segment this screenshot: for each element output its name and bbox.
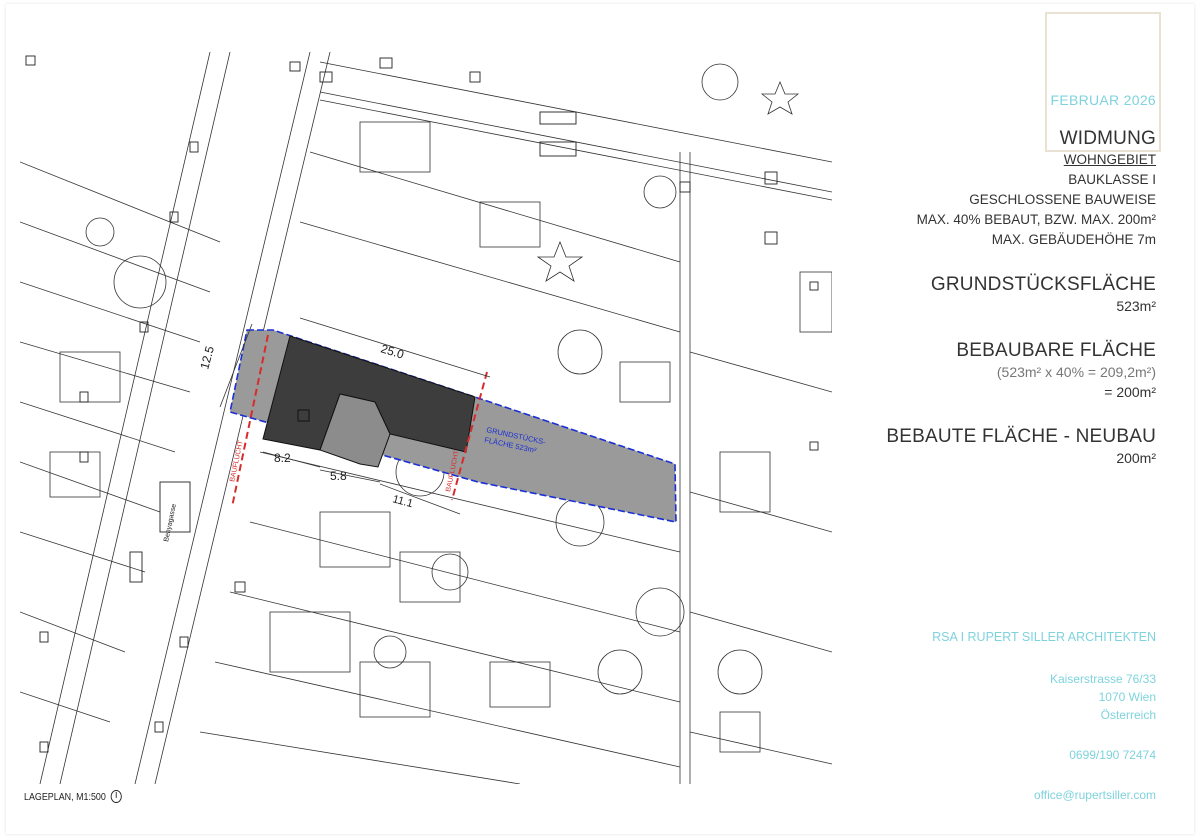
bebaubar-heading: BEBAUBARE FLÄCHE <box>956 340 1156 361</box>
bebaubar-calc: (523m² x 40% = 209,2m²) <box>996 364 1156 380</box>
studio-country: Österreich <box>1100 708 1156 722</box>
dimension-side: 12.5 <box>197 344 217 370</box>
plan-caption-text: LAGEPLAN, M1:500 <box>24 790 106 803</box>
site-plan: 25.0 12.5 8.2 5.8 11.1 BAUFLUCHT BAUFLUC… <box>20 52 832 784</box>
street-name: Benyagasse <box>163 503 178 542</box>
widmung-line-2: BAUKLASSE I <box>1068 172 1156 187</box>
studio-phone[interactable]: 0699/190 72474 <box>796 746 1156 764</box>
widmung-line-3: GESCHLOSSENE BAUWEISE <box>969 192 1156 207</box>
date: FEBRUAR 2026 <box>1050 92 1156 108</box>
dimension-top: 25.0 <box>379 341 406 361</box>
north-arrow-icon <box>110 790 123 803</box>
bebaut-heading: BEBAUTE FLÄCHE - NEUBAU <box>886 426 1156 447</box>
bauflucht-label-1: BAUFLUCHT <box>229 439 245 482</box>
grundstueck-heading: GRUNDSTÜCKSFLÄCHE <box>930 274 1156 295</box>
bebaubar-value: = 200m² <box>1104 384 1156 400</box>
dimension-b: 5.8 <box>330 469 347 483</box>
widmung-heading: WIDMUNG <box>1059 128 1156 149</box>
dimension-a: 8.2 <box>274 451 291 465</box>
studio-city: 1070 Wien <box>1098 690 1156 704</box>
widmung-line-4: MAX. 40% BEBAUT, BZW. MAX. 200m² <box>916 212 1156 227</box>
bebaut-value: 200m² <box>1116 450 1156 466</box>
info-panel: FEBRUAR 2026 WIDMUNG WOHNGEBIET BAUKLASS… <box>816 92 1156 468</box>
trees <box>85 63 800 695</box>
grundstueck-value: 523m² <box>1116 298 1156 314</box>
studio-contact: RSA I RUPERT SILLER ARCHITEKTEN Kaiserst… <box>796 628 1156 804</box>
widmung-line-1: WOHNGEBIET <box>1063 152 1156 167</box>
widmung-line-5: MAX. GEBÄUDEHÖHE 7m <box>991 232 1156 247</box>
studio-name: RSA I RUPERT SILLER ARCHITEKTEN <box>932 630 1156 644</box>
site-plan-drawing: 25.0 12.5 8.2 5.8 11.1 BAUFLUCHT BAUFLUC… <box>20 52 832 784</box>
studio-email[interactable]: office@rupertsiller.com <box>796 786 1156 804</box>
studio-street: Kaiserstrasse 76/33 <box>1049 672 1156 686</box>
plan-caption: LAGEPLAN, M1:500 <box>24 790 123 803</box>
